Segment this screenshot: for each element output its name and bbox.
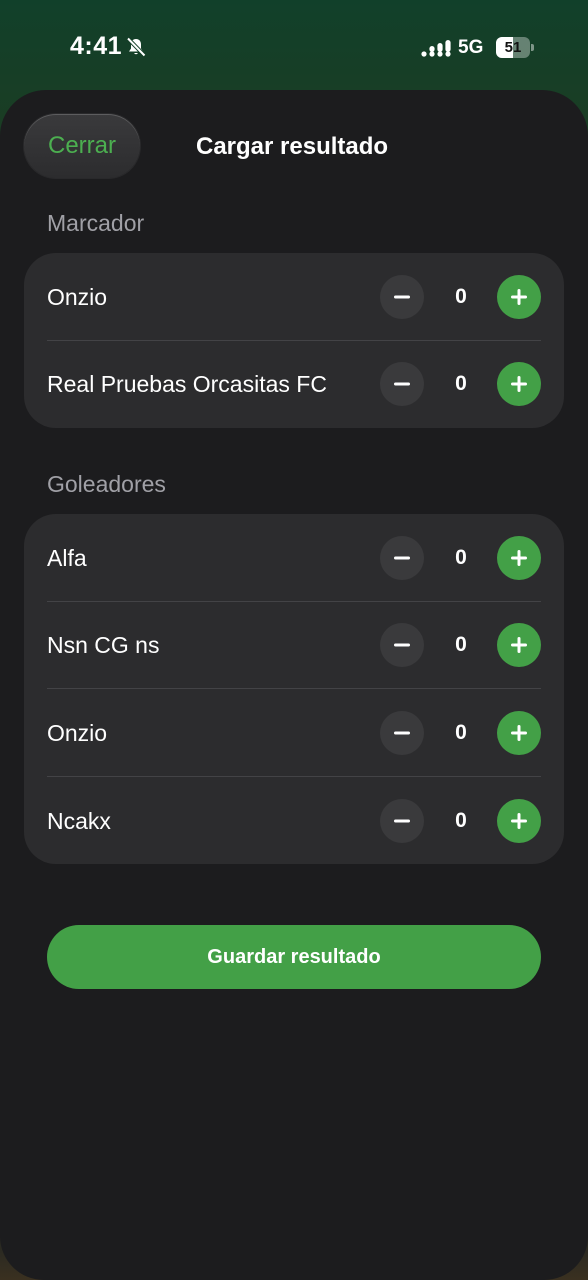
- scoreboard-label: Marcador: [47, 210, 145, 236]
- sheet-title: Cargar resultado: [196, 133, 389, 160]
- increment-button[interactable]: [497, 799, 541, 843]
- minus-icon: [394, 643, 410, 647]
- player-row: Nsn CG ns 0: [24, 601, 564, 689]
- increment-button[interactable]: [497, 623, 541, 667]
- player-row: Onzio 0: [24, 689, 564, 777]
- team-row: Onzio 0: [24, 253, 564, 341]
- increment-button[interactable]: [497, 362, 541, 406]
- minus-icon: [394, 819, 410, 823]
- player-name: Ncakx: [47, 808, 111, 834]
- battery-icon: 51: [496, 37, 534, 58]
- plus-icon: [511, 550, 527, 566]
- plus-icon: [511, 289, 527, 305]
- decrement-button[interactable]: [380, 275, 424, 319]
- player-name: Nsn CG ns: [47, 632, 160, 658]
- increment-button[interactable]: [497, 275, 541, 319]
- close-button[interactable]: Cerrar: [24, 114, 140, 178]
- team-score: 0: [455, 285, 467, 308]
- increment-button[interactable]: [497, 711, 541, 755]
- team-score: 0: [455, 372, 467, 395]
- increment-button[interactable]: [497, 536, 541, 580]
- network-type: 5G: [458, 37, 484, 58]
- signal-icon: [421, 40, 451, 57]
- player-goals: 0: [455, 809, 467, 832]
- minus-icon: [394, 382, 410, 386]
- plus-icon: [511, 813, 527, 829]
- scoreboard-card: Onzio 0 Real Pruebas Orcasitas FC 0: [24, 253, 564, 428]
- scorers-card: Alfa 0 Nsn CG ns 0 Onzio 0 Ncakx 0: [24, 514, 564, 864]
- plus-icon: [511, 376, 527, 392]
- team-name: Onzio: [47, 284, 108, 310]
- player-row: Alfa 0: [24, 514, 564, 602]
- player-name: Alfa: [47, 545, 87, 571]
- team-row: Real Pruebas Orcasitas FC 0: [24, 340, 564, 428]
- bell-slash-icon: [126, 37, 146, 57]
- player-goals: 0: [455, 633, 467, 656]
- decrement-button[interactable]: [380, 362, 424, 406]
- scorers-label: Goleadores: [47, 471, 166, 497]
- player-name: Onzio: [47, 720, 108, 746]
- plus-icon: [511, 637, 527, 653]
- minus-icon: [394, 556, 410, 560]
- minus-icon: [394, 295, 410, 299]
- player-goals: 0: [455, 546, 467, 569]
- team-name: Real Pruebas Orcasitas FC: [47, 371, 327, 397]
- minus-icon: [394, 731, 410, 735]
- save-result-button[interactable]: Guardar resultado: [47, 925, 541, 989]
- decrement-button[interactable]: [380, 711, 424, 755]
- decrement-button[interactable]: [380, 536, 424, 580]
- battery-level: 51: [504, 39, 522, 56]
- decrement-button[interactable]: [380, 623, 424, 667]
- plus-icon: [511, 725, 527, 741]
- status-time: 4:41: [70, 32, 123, 60]
- player-row: Ncakx 0: [24, 777, 564, 865]
- player-goals: 0: [455, 721, 467, 744]
- decrement-button[interactable]: [380, 799, 424, 843]
